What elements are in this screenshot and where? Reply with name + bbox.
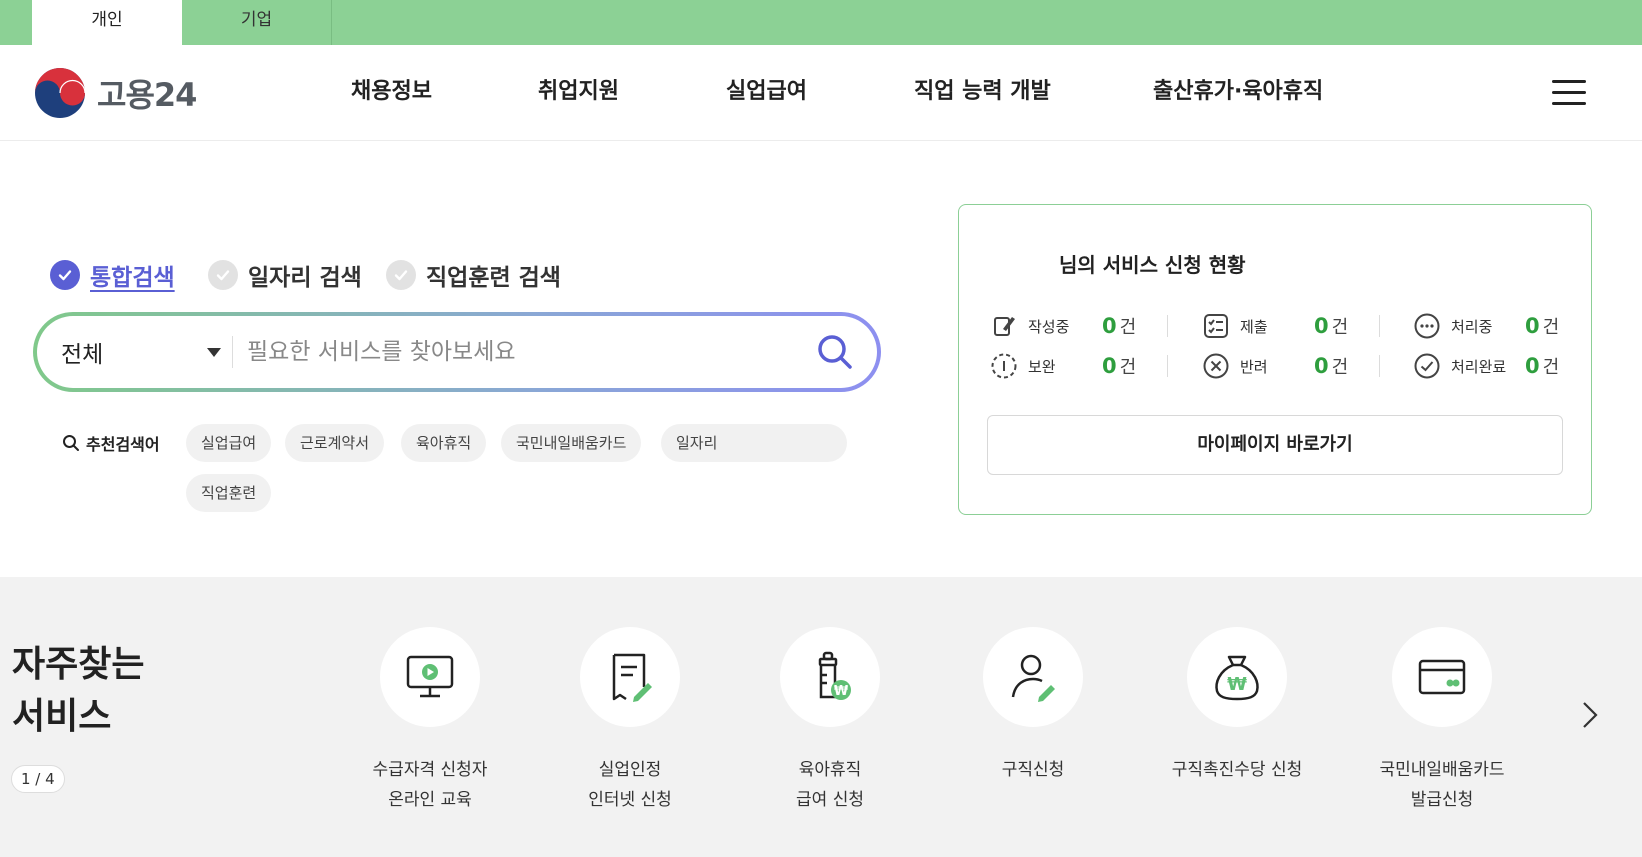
caret-down-icon bbox=[207, 348, 221, 357]
search-icon[interactable] bbox=[815, 332, 855, 372]
dots-circle-icon bbox=[1414, 313, 1440, 339]
person-pen-icon bbox=[1011, 654, 1055, 702]
pen-paper-icon bbox=[994, 317, 1015, 336]
gnb-employment-support[interactable]: 취업지원 bbox=[538, 73, 619, 105]
audience-tab-bar: 개인 기업 bbox=[0, 0, 1642, 45]
check-icon bbox=[208, 260, 238, 290]
keyword-chip[interactable]: 직업훈련 bbox=[186, 474, 272, 512]
search-type-label: 직업훈련 검색 bbox=[426, 265, 561, 291]
section-title: 자주찾는 서비스 bbox=[12, 644, 145, 737]
status-writing[interactable]: 작성중 0건 bbox=[990, 312, 1136, 340]
status-submitted[interactable]: 제출 0건 bbox=[1202, 312, 1348, 340]
status-title: 님의 서비스 신청 현황 bbox=[1059, 253, 1246, 277]
home-logo[interactable]: 고용24 bbox=[33, 66, 197, 120]
status-supplement[interactable]: 보완 0건 bbox=[990, 352, 1136, 380]
logo-text: 고용24 bbox=[97, 76, 197, 114]
service-online-education[interactable]: 수급자격 신청자 온라인 교육 bbox=[330, 627, 530, 815]
tab-personal[interactable]: 개인 bbox=[32, 0, 182, 45]
status-processing[interactable]: 처리중 0건 bbox=[1413, 312, 1559, 340]
taegeuk-logo-icon bbox=[35, 68, 86, 118]
card-icon bbox=[1418, 659, 1466, 695]
search-scope-select[interactable]: 전체 bbox=[61, 316, 231, 388]
check-icon bbox=[50, 260, 80, 290]
check-icon bbox=[386, 260, 416, 290]
service-parental-leave-benefit[interactable]: ₩ 육아휴직 급여 신청 bbox=[730, 627, 930, 815]
money-bag-icon: ₩ bbox=[1215, 655, 1259, 701]
mypage-button[interactable]: 마이페이지 바로가기 bbox=[987, 415, 1563, 475]
site-header: 고용24 채용정보 취업지원 실업급여 직업 능력 개발 출산휴가·육아휴직 bbox=[0, 45, 1642, 141]
gnb-unemployment-benefit[interactable]: 실업급여 bbox=[726, 73, 807, 105]
search-icon bbox=[63, 435, 79, 451]
keyword-chip[interactable]: 육아휴직 bbox=[401, 424, 487, 462]
service-learning-card[interactable]: 국민내일배움카드 발급신청 bbox=[1342, 627, 1542, 815]
search-type-training[interactable]: 직업훈련 검색 bbox=[386, 258, 561, 292]
svg-text:₩: ₩ bbox=[1227, 674, 1247, 695]
keyword-chip[interactable]: 실업급여 bbox=[186, 424, 272, 462]
service-unemployment-recognition[interactable]: 실업인정 인터넷 신청 bbox=[530, 627, 730, 815]
search-scope-value: 전체 bbox=[61, 342, 104, 368]
status-rejected[interactable]: 반려 0건 bbox=[1202, 352, 1348, 380]
search-input[interactable] bbox=[247, 330, 767, 374]
monitor-play-icon bbox=[406, 655, 454, 698]
document-pen-icon bbox=[612, 653, 652, 702]
gnb-skills-development[interactable]: 직업 능력 개발 bbox=[914, 73, 1051, 105]
hamburger-menu-icon[interactable] bbox=[1552, 80, 1586, 106]
keyword-chip[interactable]: 일자리 bbox=[661, 424, 847, 462]
checklist-icon bbox=[1204, 314, 1228, 338]
service-status-card: 님의 서비스 신청 현황 작성중 0건 제출 0건 처리중 0건 보완 0 건 … bbox=[958, 204, 1592, 515]
gnb-parental-leave[interactable]: 출산휴가·육아휴직 bbox=[1153, 73, 1323, 105]
service-job-application[interactable]: 구직신청 bbox=[933, 627, 1133, 785]
dashed-circle-icon bbox=[991, 353, 1017, 379]
recommended-keywords-label: 추천검색어 bbox=[62, 431, 160, 455]
check-circle-icon bbox=[1414, 353, 1440, 379]
gnb-job-info[interactable]: 채용정보 bbox=[351, 73, 432, 105]
status-completed[interactable]: 처리완료 0건 bbox=[1413, 352, 1559, 380]
search-bar: 전체 bbox=[33, 312, 881, 392]
keyword-chip[interactable]: 국민내일배움카드 bbox=[501, 424, 642, 462]
chevron-right-icon[interactable] bbox=[1578, 697, 1602, 733]
service-job-promotion-allowance[interactable]: ₩ 구직촉진수당 신청 bbox=[1137, 627, 1337, 785]
divider bbox=[232, 336, 233, 368]
search-type-integrated[interactable]: 통합검색 bbox=[50, 258, 175, 292]
keyword-chip[interactable]: 근로계약서 bbox=[285, 424, 385, 462]
tab-company[interactable]: 기업 bbox=[182, 0, 332, 45]
search-type-label: 통합검색 bbox=[90, 265, 175, 291]
search-type-jobs[interactable]: 일자리 검색 bbox=[208, 258, 362, 292]
baby-bottle-won-icon: ₩ bbox=[818, 651, 851, 700]
frequent-services-section: 자주찾는 서비스 1 / 4 수급자격 신청자 온라인 교육 실업인정 인터넷 신청 bbox=[0, 577, 1642, 857]
search-type-label: 일자리 검색 bbox=[248, 265, 362, 291]
x-circle-icon bbox=[1203, 353, 1229, 379]
svg-text:₩: ₩ bbox=[834, 684, 849, 699]
pager: 1 / 4 bbox=[11, 765, 65, 793]
